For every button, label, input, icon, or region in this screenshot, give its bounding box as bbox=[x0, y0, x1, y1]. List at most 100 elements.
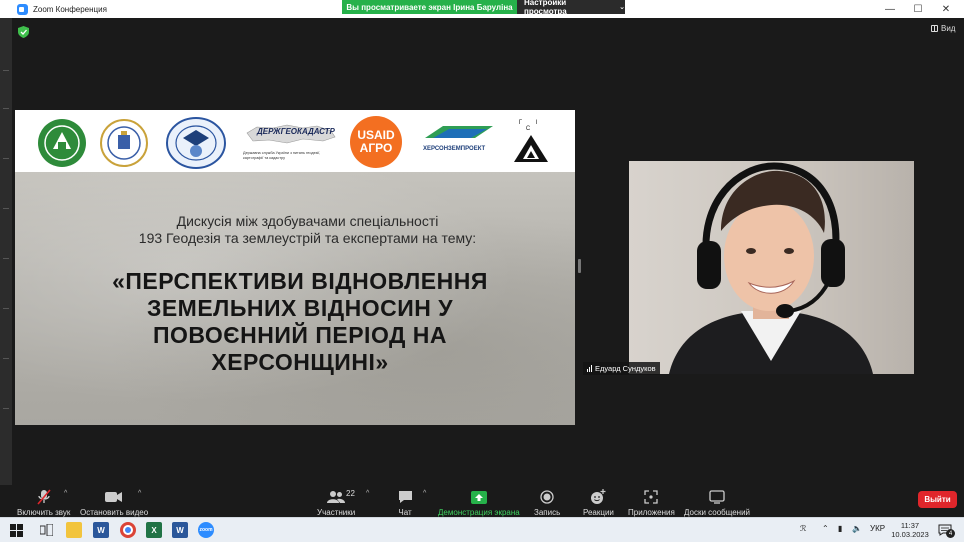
record-label: Запись bbox=[534, 508, 561, 517]
left-edge-scrollbar[interactable] bbox=[0, 18, 12, 485]
audio-options-caret[interactable]: ^ bbox=[64, 490, 67, 497]
window-title: Zoom Конференция bbox=[33, 4, 107, 14]
participants-options-caret[interactable]: ^ bbox=[366, 490, 369, 497]
slide-title: «ПЕРСПЕКТИВИ ВІДНОВЛЕННЯ ЗЕМЕЛЬНИХ ВІДНО… bbox=[90, 268, 510, 376]
reactions-label: Реакции bbox=[583, 508, 614, 517]
video-options-caret[interactable]: ^ bbox=[138, 490, 141, 497]
participants-icon bbox=[325, 488, 347, 506]
khersonzemproekt-text: ХЕРСОНЗЕМПРОЕКТ bbox=[423, 146, 486, 152]
maximize-icon: ☐ bbox=[913, 3, 923, 15]
participant-portrait bbox=[669, 162, 873, 374]
maximize-button[interactable]: ☐ bbox=[904, 0, 932, 18]
chrome-button[interactable] bbox=[120, 522, 136, 538]
split-view-handle[interactable] bbox=[578, 259, 581, 273]
view-settings-label: Настройки просмотра bbox=[524, 0, 567, 16]
participants-count: 22 bbox=[346, 489, 355, 498]
volume-icon[interactable]: 🔈 bbox=[852, 524, 862, 533]
people-icon[interactable]: ℛ bbox=[800, 524, 806, 533]
slide-subtitle: Дискусія між здобувачами спеціальності 1… bbox=[55, 213, 560, 247]
word-icon: W bbox=[176, 525, 184, 535]
gis-logo: Г І С bbox=[511, 120, 551, 162]
slide-title-line3: ПОВОЄННИЙ ПЕРІОД НА bbox=[152, 322, 448, 348]
start-button[interactable] bbox=[8, 522, 24, 538]
minimize-icon: — bbox=[885, 3, 895, 15]
shared-screen-slide: ДЕРЖГЕОКАДАСТР Державна служба України з… bbox=[15, 110, 575, 425]
apps-icon bbox=[640, 488, 662, 506]
whiteboards-label: Доски сообщений bbox=[684, 508, 751, 517]
share-screen-label: Демонстрация экрана bbox=[438, 508, 520, 517]
excel-button[interactable]: X bbox=[146, 522, 162, 538]
zoom-icon: zoom bbox=[199, 527, 213, 533]
zoom-logo-icon bbox=[17, 3, 28, 15]
leave-button[interactable]: Выйти bbox=[918, 491, 957, 508]
stop-video-label: Остановить видео bbox=[80, 508, 149, 517]
microphone-muted-icon bbox=[33, 488, 55, 506]
windows-taskbar: W X W zoom ℛ ⌃ ▮ 🔈 УКР 11:37 10.03.2023 … bbox=[0, 517, 964, 542]
file-explorer-button[interactable] bbox=[66, 522, 82, 538]
chat-button[interactable]: Чат bbox=[394, 488, 416, 517]
slide-title-line2: ЗЕМЕЛЬНИХ ВІДНОСИН У bbox=[146, 295, 454, 321]
apps-label: Приложения bbox=[628, 508, 675, 517]
record-button[interactable]: Запись bbox=[534, 488, 560, 517]
word-taskbar-button-1[interactable]: W bbox=[93, 522, 109, 538]
khersonzemproekt-logo: ХЕРСОНЗЕМПРОЕКТ bbox=[423, 124, 495, 152]
record-icon bbox=[536, 488, 558, 506]
notification-count: 4 bbox=[946, 529, 955, 538]
microphone-tray-icon[interactable]: ▮ bbox=[838, 524, 842, 533]
chevron-up-icon[interactable]: ⌃ bbox=[822, 524, 829, 533]
gallery-view-icon bbox=[931, 25, 938, 32]
kherson-emblem-logo bbox=[166, 117, 226, 169]
participants-label: Участники bbox=[317, 508, 356, 517]
chat-label: Чат bbox=[398, 508, 412, 517]
clock-time: 11:37 bbox=[900, 521, 920, 530]
input-language[interactable]: УКР bbox=[870, 524, 885, 533]
chevron-down-icon: ⌄ bbox=[619, 4, 625, 11]
close-icon: ✕ bbox=[941, 3, 951, 15]
whiteboards-button[interactable]: Доски сообщений bbox=[684, 488, 750, 517]
whiteboard-icon bbox=[706, 488, 728, 506]
system-clock[interactable]: 11:37 10.03.2023 bbox=[890, 521, 930, 539]
chat-bubble-icon bbox=[394, 488, 416, 506]
clock-date: 10.03.2023 bbox=[891, 530, 929, 539]
participant-video[interactable] bbox=[629, 161, 914, 374]
signal-strength-icon bbox=[587, 365, 592, 372]
chat-options-caret[interactable]: ^ bbox=[423, 490, 426, 497]
screen-share-banner: Вы просматриваете экран Ірина Баруліна bbox=[342, 0, 517, 14]
windows-logo-icon bbox=[9, 523, 23, 537]
word-taskbar-button-2[interactable]: W bbox=[172, 522, 188, 538]
task-view-icon bbox=[39, 524, 53, 536]
video-camera-icon bbox=[103, 488, 125, 506]
slide-title-line1: «ПЕРСПЕКТИВИ ВІДНОВЛЕННЯ bbox=[112, 268, 488, 294]
share-screen-icon bbox=[468, 488, 490, 506]
view-button-label: Вид bbox=[941, 24, 956, 33]
excel-icon: X bbox=[151, 525, 157, 535]
word-icon: W bbox=[97, 525, 105, 535]
minimize-button[interactable]: — bbox=[876, 0, 904, 18]
gis-triangle-icon bbox=[514, 135, 548, 162]
encryption-shield-icon[interactable] bbox=[18, 26, 29, 38]
share-screen-button[interactable]: Демонстрация экрана bbox=[438, 488, 520, 517]
meeting-toolbar: Включить звук ^ Остановить видео ^ Участ… bbox=[0, 485, 964, 520]
view-settings-button[interactable]: Настройки просмотра ⌄ bbox=[517, 0, 625, 16]
slide-title-line4: ХЕРСОНЩИНІ» bbox=[211, 349, 389, 375]
reactions-button[interactable]: Реакции bbox=[583, 488, 614, 517]
usaid-agro-logo: USAID АГРО bbox=[350, 116, 402, 168]
notifications-button[interactable]: 4 bbox=[938, 523, 955, 538]
chrome-icon bbox=[125, 527, 131, 533]
smiley-plus-icon bbox=[587, 488, 609, 506]
agro-text: АГРО bbox=[359, 141, 393, 155]
participant-name: Едуард Сундуков bbox=[595, 364, 656, 373]
apps-button[interactable]: Приложения bbox=[628, 488, 675, 517]
task-view-button[interactable] bbox=[38, 522, 54, 538]
zoom-taskbar-button[interactable]: zoom bbox=[198, 522, 214, 538]
derzhgeokadastr-caption: Державна служба України з питань геодезі… bbox=[243, 151, 321, 160]
gis-text: Г І С bbox=[518, 120, 544, 132]
close-button[interactable]: ✕ bbox=[932, 0, 960, 18]
slide-subtitle-line1: Дискусія між здобувачами спеціальності bbox=[176, 213, 439, 229]
view-button[interactable]: Вид bbox=[931, 24, 955, 33]
derzhgeokadastr-logo: ДЕРЖГЕОКАДАСТР Державна служба України з… bbox=[243, 123, 339, 160]
iiadi-seal-logo bbox=[100, 119, 148, 167]
unmute-button[interactable]: Включить звук bbox=[17, 488, 70, 517]
slide-subtitle-line2: 193 Геодезія та землеустрій та експертам… bbox=[138, 230, 477, 246]
university-seal-logo bbox=[38, 119, 86, 167]
